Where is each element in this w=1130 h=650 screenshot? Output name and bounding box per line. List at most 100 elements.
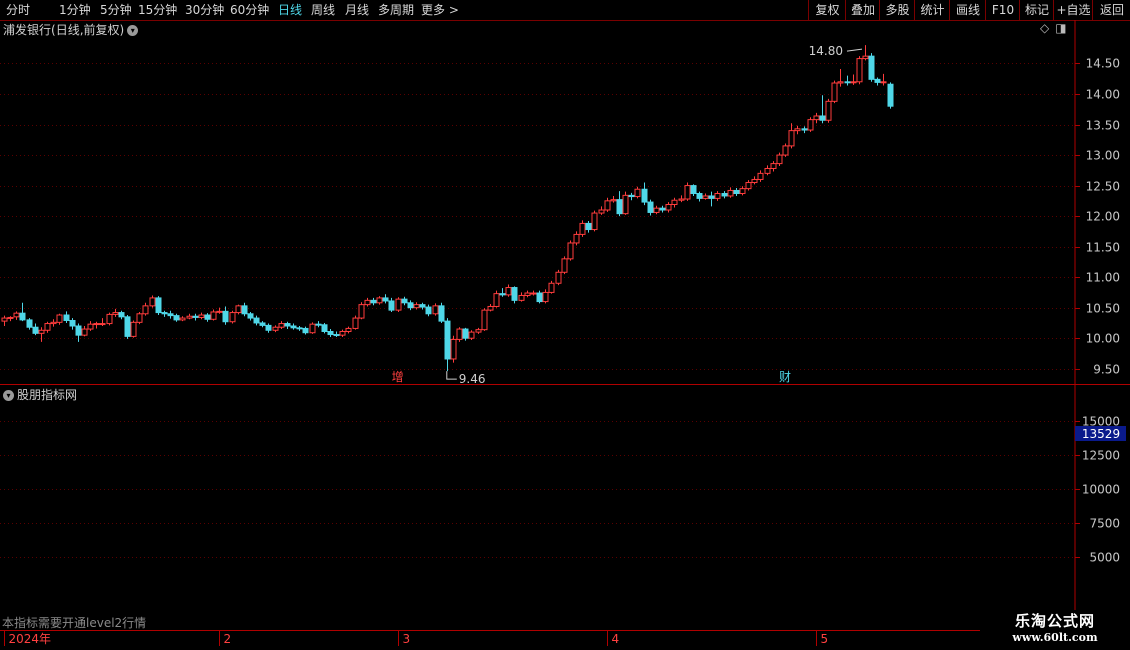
indicator-title: ▾ 股朋指标网 [3,386,77,403]
candle-body-down [585,222,592,231]
stock-name: 浦发银行 [3,23,52,37]
toolbar-button-2[interactable]: 多股 [879,0,915,20]
candle-body-down [161,312,168,315]
candle-body-down [296,327,303,330]
candle-body-down [192,315,199,318]
candle-body-up [345,327,352,332]
candle-body-up [142,305,149,315]
toolbar-button-5[interactable]: F10 [985,0,1020,20]
candle-body-down [167,313,174,317]
watermark: 乐淘公式网 www.60lt.com [980,610,1130,650]
candle-body-up [456,328,463,340]
candle-body-up [198,314,205,318]
candle-body-up [684,185,691,200]
candle-body-down [173,315,180,321]
toolbar-button-3[interactable]: 统计 [914,0,950,20]
toolbar-button-1[interactable]: 叠加 [845,0,880,20]
period-tab-9[interactable]: 多周期 [378,0,414,20]
candle-body-up [678,198,685,201]
candle-body-up [56,314,63,323]
candle-body-down [370,299,377,304]
indicator-tick-label: 12500 [1082,449,1120,463]
toolbar-button-7[interactable]: +自选 [1053,0,1093,20]
toolbar-button-8[interactable]: 返回 [1092,0,1130,20]
price-tick-label: 10.50 [1086,302,1120,316]
candle-body-down [253,317,260,324]
candle-body-down [32,326,39,334]
period-tab-5[interactable]: 60分钟 [230,0,269,20]
candle-body-down [284,323,291,327]
chevron-down-icon[interactable]: ▾ [127,25,139,36]
candle-body-down [641,188,648,203]
candle-body-up [573,233,580,244]
candle-body-up [665,204,672,211]
candle-body-up [807,119,814,131]
period-tab-10[interactable]: 更多 > [421,0,459,20]
period-tab-8[interactable]: 月线 [345,0,369,20]
candle-body-up [505,287,512,296]
candle-body-up [770,163,777,169]
price-tick-label: 11.00 [1086,271,1120,285]
candle-body-up [548,282,555,293]
candle-body-up [739,188,746,195]
candle-body-down [733,189,740,195]
stock-title: 浦发银行(日线,前复权) ▾ [3,21,139,38]
toolbar-button-0[interactable]: 复权 [808,0,846,20]
candle-body-down [265,324,272,331]
toggle-panel-icon[interactable]: ◨ [1055,21,1066,35]
price-tick-label: 14.00 [1086,88,1120,102]
chevron-down-icon[interactable]: ▾ [3,390,14,401]
candle-body-up [7,316,14,319]
period-tab-6[interactable]: 日线 [278,0,302,20]
high-price-label: 14.80 [809,44,843,58]
period-tab-0[interactable]: 分时 [6,0,30,20]
candle-body-down [401,298,408,304]
event-marker: 财 [779,370,791,384]
time-tick-label: 2 [224,632,232,646]
candle-body-down [388,300,395,311]
time-tick-label: 3 [403,632,411,646]
period-tab-7[interactable]: 周线 [311,0,335,20]
candle-body-up [788,130,795,147]
candle-body-up [604,200,611,211]
candle-body-down [511,287,518,301]
indicator-value-text: 13529 [1082,427,1120,441]
candle-body-down [124,316,131,337]
candle-body-down [327,330,334,336]
candle-body-up [622,194,629,215]
period-tab-1[interactable]: 1分钟 [59,0,91,20]
period-tab-2[interactable]: 5分钟 [100,0,132,20]
indicator-note: 本指标需要开通level2行情 [2,616,147,630]
toolbar-button-6[interactable]: 标记 [1019,0,1054,20]
toolbar-button-4[interactable]: 画线 [949,0,986,20]
candle-body-up [542,291,549,303]
candle-body-down [321,324,328,332]
indicator-name: 股朋指标网 [17,388,78,402]
diamond-icon[interactable]: ◇ [1040,21,1049,35]
candle-body-up [493,293,500,307]
candle-body-up [524,292,531,296]
period-tab-4[interactable]: 30分钟 [185,0,224,20]
period-tab-3[interactable]: 15分钟 [138,0,177,20]
candle-body-up [229,312,236,323]
candle-body-down [204,314,211,320]
candle-body-down [874,78,881,83]
candle-body-up [87,323,94,330]
candle-body-up [518,294,525,301]
candle-body-down [69,320,76,327]
candle-body-down [155,297,162,314]
candle-body-up [395,298,402,311]
candle-body-up [50,321,57,325]
price-tick-label: 12.50 [1086,180,1120,194]
candle-body-down [616,199,623,215]
candle-body-down [302,327,309,334]
candle-body-up [481,309,488,331]
candle-body-up [358,304,365,319]
indicator-tick-label: 10000 [1082,483,1120,497]
candle-body-up [278,323,285,328]
candle-body-down [844,81,851,84]
period-toolbar: 分时 1分钟 5分钟 15分钟 30分钟 60分钟 日线 周线 月线 多周期 更多 > 复权 叠加 多股统… [0,0,1130,21]
indicator-value-badge [1075,426,1126,441]
candle-body-up [634,188,641,198]
candle-body-up [825,100,832,121]
